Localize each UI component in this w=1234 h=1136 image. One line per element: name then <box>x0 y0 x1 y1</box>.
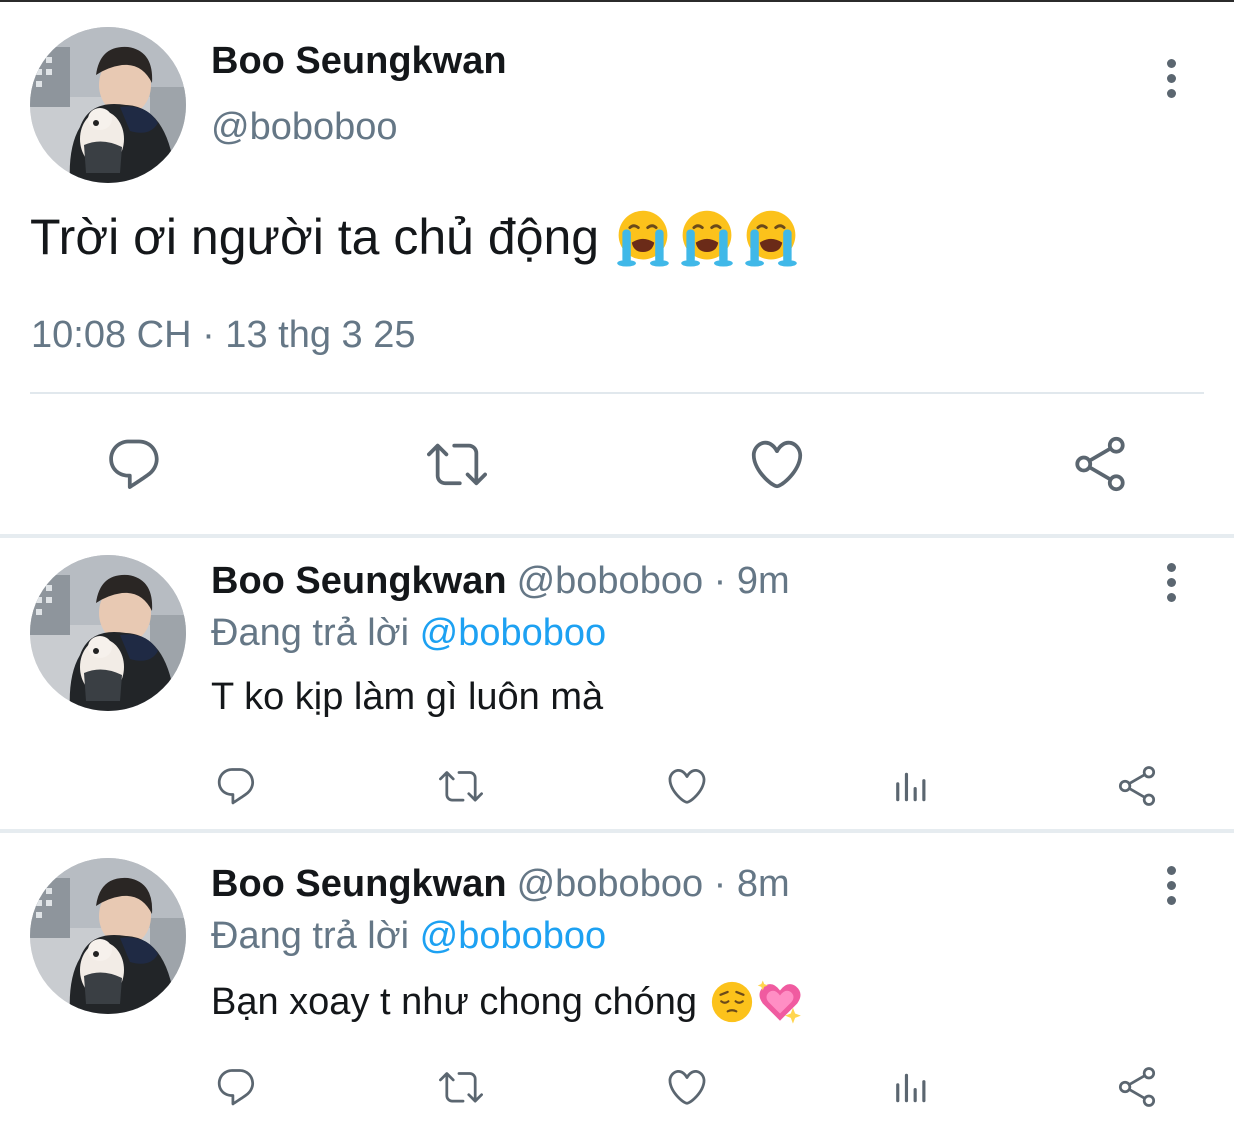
mention-link[interactable]: @boboboo <box>420 915 607 957</box>
reply-icon[interactable] <box>214 764 258 808</box>
like-icon[interactable] <box>746 434 808 494</box>
reply-icon[interactable] <box>214 1065 258 1109</box>
more-options-icon[interactable] <box>1151 54 1191 102</box>
more-options-icon[interactable] <box>1151 861 1191 909</box>
replying-to: Đang trả lời @boboboo <box>211 612 606 655</box>
like-icon[interactable] <box>664 1065 710 1109</box>
replying-to: Đang trả lời @boboboo <box>211 915 606 958</box>
author-name[interactable]: Boo Seungkwan <box>211 560 507 602</box>
reply-tweet[interactable]: Boo Seungkwan @boboboo · 8m Đang trả lời … <box>0 833 1234 1136</box>
tweet-text-content: Bạn xoay t như chong chóng <box>211 980 698 1023</box>
mention-link[interactable]: @boboboo <box>420 612 607 654</box>
more-options-icon[interactable] <box>1151 558 1191 606</box>
author-handle[interactable]: @boboboo <box>211 106 398 149</box>
retweet-icon[interactable] <box>436 764 486 808</box>
share-icon[interactable] <box>1114 1065 1160 1109</box>
analytics-icon[interactable] <box>892 1069 932 1107</box>
replying-label: Đang trả lời <box>211 612 410 654</box>
author-name[interactable]: Boo Seungkwan <box>211 863 507 905</box>
avatar[interactable] <box>30 555 186 711</box>
reply-meta: @boboboo · 8m <box>516 863 790 905</box>
avatar[interactable] <box>30 858 186 1014</box>
avatar[interactable] <box>30 27 186 183</box>
main-tweet[interactable]: Boo Seungkwan @boboboo Trời ơi người ta … <box>0 2 1234 536</box>
retweet-icon[interactable] <box>424 434 490 494</box>
reply-header: Boo Seungkwan @boboboo · 9m <box>211 560 790 603</box>
replying-label: Đang trả lời <box>211 915 410 957</box>
analytics-icon[interactable] <box>892 768 932 806</box>
loudly-crying-face-icon <box>741 207 801 267</box>
divider <box>30 392 1204 394</box>
tweet-text: Bạn xoay t như chong chóng <box>211 979 803 1025</box>
reply-icon[interactable] <box>104 434 164 494</box>
tweet-text-content: Trời ơi người ta chủ động <box>30 209 600 265</box>
reply-meta: @boboboo · 9m <box>516 560 790 602</box>
reply-tweet[interactable]: Boo Seungkwan @boboboo · 9m Đang trả lời … <box>0 538 1234 828</box>
tweet-timestamp[interactable]: 10:08 CH · 13 thg 3 25 <box>31 314 415 357</box>
share-icon[interactable] <box>1070 434 1130 494</box>
author-name[interactable]: Boo Seungkwan <box>211 40 507 83</box>
emoji-group <box>613 207 801 267</box>
pensive-face-icon <box>709 979 755 1025</box>
loudly-crying-face-icon <box>677 207 737 267</box>
like-icon[interactable] <box>664 764 710 808</box>
loudly-crying-face-icon <box>613 207 673 267</box>
tweet-text: T ko kịp làm gì luôn mà <box>211 676 603 719</box>
share-icon[interactable] <box>1114 764 1160 808</box>
reply-header: Boo Seungkwan @boboboo · 8m <box>211 863 790 906</box>
tweet-text-content: T ko kịp làm gì luôn mà <box>211 676 604 718</box>
retweet-icon[interactable] <box>436 1065 486 1109</box>
emoji-group <box>709 979 803 1025</box>
tweet-text: Trời ơi người ta chủ động <box>30 207 801 267</box>
sparkling-heart-icon <box>757 979 803 1025</box>
